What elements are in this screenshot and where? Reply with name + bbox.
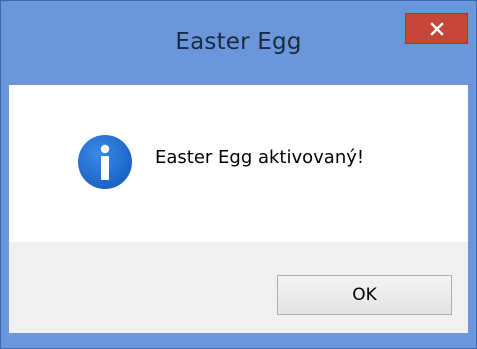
close-icon <box>429 21 444 36</box>
button-area: OK <box>9 242 468 333</box>
ok-button[interactable]: OK <box>277 275 452 315</box>
dialog-window: Easter Egg Easter Egg aktivovaný! OK <box>0 0 477 349</box>
close-button[interactable] <box>405 13 468 44</box>
title-bar[interactable]: Easter Egg <box>1 1 476 85</box>
info-icon <box>78 135 132 189</box>
message-area: Easter Egg aktivovaný! <box>9 85 468 242</box>
message-text: Easter Egg aktivovaný! <box>155 147 365 168</box>
